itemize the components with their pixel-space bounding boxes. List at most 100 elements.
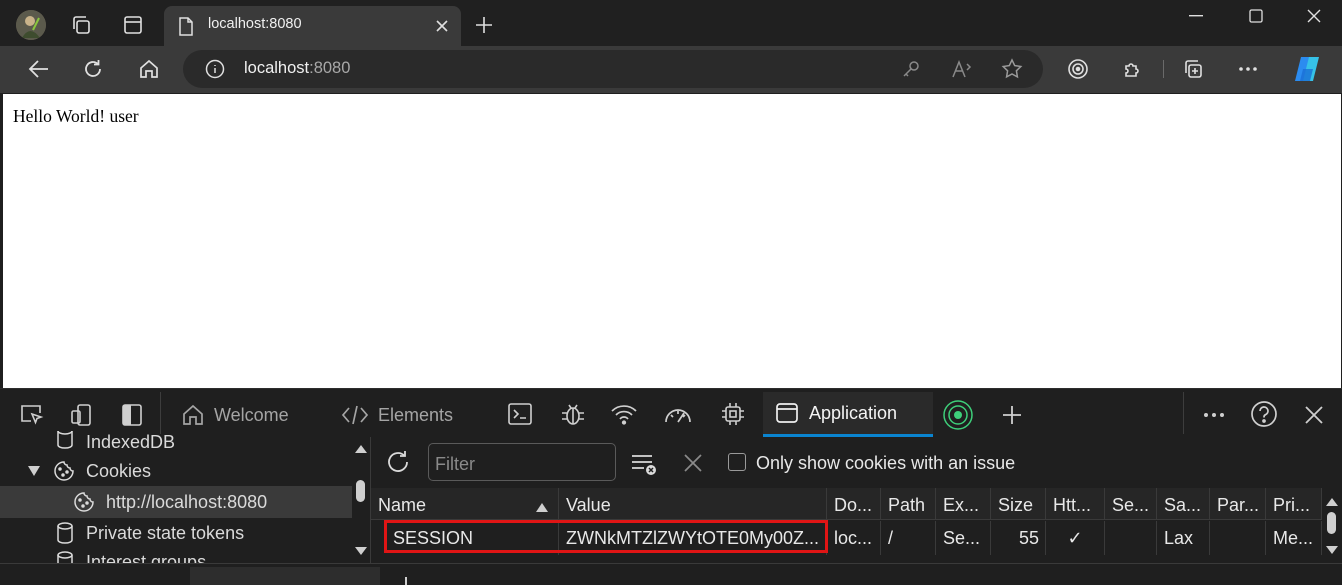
tab-title: localhost:8080 [208, 16, 302, 32]
more-tools-plus-icon[interactable] [998, 401, 1026, 429]
sidebar-item-interest-groups[interactable]: Interest groups [56, 551, 206, 563]
read-aloud-icon[interactable] [950, 58, 974, 80]
chevron-down-icon[interactable] [26, 463, 42, 479]
column-header-label: Path [888, 495, 926, 515]
clear-all-cookies-icon[interactable] [629, 450, 659, 478]
table-scrollbar[interactable] [1322, 488, 1342, 563]
sidebar-item-label: http://localhost:8080 [106, 491, 268, 512]
tab-application[interactable]: Application [763, 392, 933, 437]
close-tab-icon[interactable] [432, 16, 452, 36]
cookie-priority-cell[interactable]: Me... [1266, 521, 1322, 555]
sort-ascending-icon [536, 503, 548, 512]
sidebar-item-cookies[interactable]: Cookies [52, 459, 151, 483]
cookie-domain-cell[interactable]: loc... [827, 521, 881, 555]
tab-welcome[interactable]: Welcome [180, 396, 289, 434]
cookie-expires-cell[interactable]: Se... [936, 521, 991, 555]
cookie-secure-cell[interactable] [1105, 521, 1157, 555]
page-viewport [3, 94, 1341, 388]
sidebar-item-label: Cookies [86, 460, 152, 481]
cookie-filter-input[interactable]: Filter [428, 443, 616, 481]
application-window-icon [775, 401, 799, 425]
column-header-httponly[interactable]: Htt... [1046, 488, 1105, 520]
cookie-size-cell[interactable]: 55 [991, 521, 1046, 555]
column-header-label: Par... [1217, 495, 1260, 515]
tab-welcome-label: Welcome [214, 404, 289, 425]
favorite-star-icon[interactable] [1000, 57, 1024, 81]
inspect-element-icon[interactable] [18, 402, 46, 428]
dock-side-icon[interactable] [118, 402, 146, 428]
welcome-home-icon [180, 402, 206, 428]
scrollbar-thumb[interactable] [1327, 512, 1336, 534]
help-icon[interactable] [1250, 400, 1278, 428]
column-header-priority[interactable]: Pri... [1266, 488, 1322, 520]
tab-actions-icon[interactable] [120, 12, 146, 38]
column-header-label: Do... [834, 495, 873, 515]
column-header-label: Pri... [1273, 495, 1311, 515]
cookie-httponly-cell[interactable]: ✓ [1046, 521, 1105, 555]
browser-tab[interactable]: localhost:8080 [164, 6, 461, 46]
device-emulation-icon[interactable] [68, 402, 96, 428]
scroll-up-icon[interactable] [1326, 498, 1338, 506]
scroll-up-icon[interactable] [355, 445, 367, 453]
site-info-icon[interactable] [204, 58, 226, 80]
memory-chip-icon[interactable] [718, 400, 748, 428]
focus-mode-icon[interactable] [941, 398, 975, 432]
only-issues-checkbox[interactable] [728, 453, 746, 471]
workspaces-icon[interactable] [68, 12, 94, 38]
sidebar-item-localhost-cookies[interactable]: http://localhost:8080 [72, 490, 267, 514]
sidebar-item-indexeddb[interactable]: IndexedDB [56, 431, 175, 449]
column-header-secure[interactable]: Se... [1105, 488, 1157, 520]
scroll-down-icon[interactable] [355, 547, 367, 555]
scroll-down-icon[interactable] [1326, 546, 1338, 554]
minimize-icon[interactable] [1180, 4, 1212, 28]
new-tab-icon[interactable] [472, 13, 496, 37]
back-icon[interactable] [26, 57, 52, 81]
filter-placeholder: Filter [435, 454, 475, 474]
cookie-icon [72, 490, 96, 514]
column-header-samesite[interactable]: Sa... [1157, 488, 1210, 520]
devtools-more-icon[interactable] [1200, 401, 1228, 429]
network-wifi-icon[interactable] [609, 400, 639, 428]
home-icon[interactable] [136, 57, 162, 81]
column-header-label: Se... [1112, 495, 1150, 515]
column-header-value[interactable]: Value [559, 488, 827, 520]
sidebar-item-label: IndexedDB [86, 432, 176, 449]
more-menu-icon[interactable] [1236, 57, 1260, 81]
column-header-name[interactable]: Name [371, 488, 559, 520]
column-header-size[interactable]: Size [991, 488, 1046, 520]
scrollbar-thumb[interactable] [356, 480, 365, 502]
column-header-domain[interactable]: Do... [827, 488, 881, 520]
column-header-path[interactable]: Path [881, 488, 936, 520]
sidebar-scrollbar[interactable] [352, 437, 370, 563]
column-header-partition-key[interactable]: Par... [1210, 488, 1266, 520]
cookie-samesite-cell[interactable]: Lax [1157, 521, 1210, 555]
profile-avatar[interactable] [16, 10, 46, 40]
tab-elements-label: Elements [378, 404, 454, 425]
refresh-icon[interactable] [80, 57, 106, 81]
refresh-cookies-icon[interactable] [384, 448, 412, 476]
browser-essentials-icon[interactable] [1066, 57, 1090, 81]
password-key-icon[interactable] [900, 58, 922, 80]
copilot-icon[interactable] [1291, 54, 1323, 84]
cookie-partition-cell[interactable] [1210, 521, 1266, 555]
tab-application-label: Application [809, 403, 898, 423]
close-window-icon[interactable] [1298, 4, 1330, 28]
performance-gauge-icon[interactable] [662, 400, 694, 428]
cookie-path-cell[interactable]: / [881, 521, 936, 555]
column-header-label: Value [566, 495, 611, 515]
url-text[interactable]: localhost:8080 [244, 59, 350, 78]
sidebar-item-private-state-tokens[interactable]: Private state tokens [56, 522, 244, 544]
drawer-add-icon[interactable] [405, 577, 407, 585]
url-host: localhost [244, 59, 310, 77]
tab-elements[interactable]: Elements [340, 396, 453, 434]
close-devtools-icon[interactable] [1300, 401, 1328, 429]
extensions-icon[interactable] [1121, 57, 1145, 81]
maximize-icon[interactable] [1240, 4, 1272, 28]
cookie-icon [52, 459, 76, 483]
delete-selected-icon[interactable] [680, 450, 706, 476]
column-header-expires[interactable]: Ex... [936, 488, 991, 520]
drawer-active-tab[interactable] [190, 567, 380, 585]
collections-icon[interactable] [1181, 57, 1205, 81]
sources-bug-icon[interactable] [559, 400, 587, 428]
console-icon[interactable] [506, 400, 534, 428]
